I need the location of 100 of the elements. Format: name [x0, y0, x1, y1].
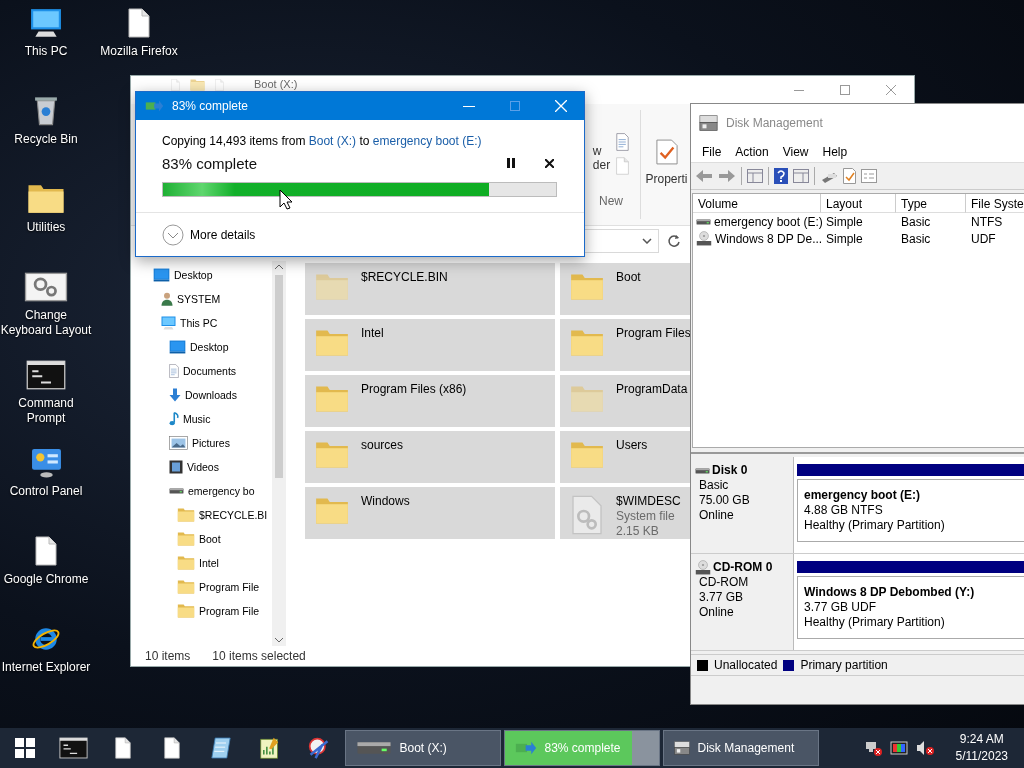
file-tile[interactable]: Users: [560, 431, 690, 483]
computer-icon: [161, 316, 176, 330]
menu-item[interactable]: View: [775, 145, 816, 159]
terminal-icon[interactable]: [59, 737, 88, 759]
file-icon: [616, 157, 630, 175]
list-icon[interactable]: [861, 169, 877, 183]
file-tile[interactable]: Program Files: [560, 319, 690, 371]
nav-item[interactable]: Intel: [199, 557, 219, 569]
file-tile[interactable]: Windows: [305, 487, 555, 539]
start-button[interactable]: [14, 738, 35, 758]
partition-detail: 4.88 GB NTFS: [804, 503, 884, 518]
partition-block[interactable]: emergency boot (E:) 4.88 GB NTFS Healthy (Primary Partition): [797, 479, 1024, 542]
more-details-button[interactable]: More details: [136, 213, 282, 257]
file-tile[interactable]: Program Files (x86): [305, 375, 555, 427]
disk-management-icon: [699, 115, 718, 131]
network-error-icon[interactable]: [863, 740, 882, 756]
nav-item[interactable]: Desktop: [174, 269, 213, 281]
chart-notepad-icon[interactable]: [260, 737, 279, 759]
nav-item[interactable]: Program File: [199, 605, 260, 617]
drive-link[interactable]: Boot (X:): [308, 134, 357, 148]
recycle-bin-icon[interactable]: [34, 96, 58, 126]
scrollbar[interactable]: [272, 261, 286, 646]
pause-icon[interactable]: [507, 158, 515, 168]
file-tile[interactable]: sources: [305, 431, 555, 483]
file-tile[interactable]: $WIMDESC System file 2.15 KB: [560, 487, 690, 539]
nav-item[interactable]: SYSTEM: [177, 293, 221, 305]
file-tile[interactable]: ProgramData: [560, 375, 690, 427]
taskbar-button[interactable]: Disk Management: [662, 730, 819, 766]
nav-item[interactable]: Pictures: [192, 437, 230, 449]
desktop-icon-label[interactable]: Recycle Bin: [14, 132, 78, 147]
scroll-up-icon[interactable]: [275, 264, 283, 269]
table-cell: emergency boot (E:): [714, 214, 823, 229]
nav-item[interactable]: Videos: [187, 461, 219, 473]
nav-item[interactable]: $RECYCLE.BI: [199, 509, 268, 521]
nav-item[interactable]: Music: [183, 413, 211, 425]
desktop-icon-label[interactable]: Internet Explorer: [1, 660, 91, 675]
menu-item[interactable]: Help: [815, 145, 855, 159]
chevron-circle-icon: [162, 224, 184, 246]
file-tile[interactable]: Intel: [305, 319, 555, 371]
partition-block[interactable]: Windows 8 DP Debombed (Y:) 3.77 GB UDF Healthy (Primary Partition): [797, 576, 1024, 639]
minimize-icon[interactable]: [794, 89, 804, 91]
properties-button[interactable]: Properti: [643, 104, 690, 225]
file-icon[interactable]: [35, 536, 57, 566]
scroll-down-icon[interactable]: [275, 638, 283, 643]
column-header[interactable]: Type: [896, 194, 966, 213]
muted-speaker-icon[interactable]: [915, 740, 934, 756]
nav-item[interactable]: Downloads: [185, 389, 237, 401]
folder-icon[interactable]: [27, 184, 65, 214]
folder-icon: [177, 508, 195, 522]
notepad-icon[interactable]: [210, 737, 231, 759]
help-icon[interactable]: [774, 168, 788, 184]
pane-icon[interactable]: [747, 169, 763, 183]
file-icon: [171, 79, 180, 91]
clock-date[interactable]: 5/11/2023: [955, 748, 1008, 765]
address-bar[interactable]: [584, 229, 659, 253]
computer-icon[interactable]: [30, 8, 62, 38]
clock-time[interactable]: 9:24 AM: [959, 731, 1004, 748]
gears-window-icon[interactable]: [24, 272, 68, 302]
file-tile[interactable]: Boot: [560, 263, 690, 315]
desktop-icon-label[interactable]: Utilities: [26, 220, 66, 235]
column-header[interactable]: Layout: [821, 194, 896, 213]
new-folder-label[interactable]: w der: [592, 132, 611, 172]
file-detail: 2.15 KB: [616, 524, 660, 538]
file-name: sources: [361, 438, 404, 452]
desktop-icon-label[interactable]: This PC: [24, 44, 68, 59]
pane-icon[interactable]: [793, 169, 809, 183]
refresh-icon[interactable]: [667, 234, 681, 248]
desktop-icon-label[interactable]: Mozilla Firefox: [100, 44, 178, 59]
disk-detail: 75.00 GB: [699, 493, 751, 508]
download-icon: [169, 388, 181, 402]
menu-item[interactable]: Action: [728, 145, 776, 159]
drive-link[interactable]: emergency boot (E:): [372, 134, 482, 148]
nav-item[interactable]: Documents: [183, 365, 237, 377]
file-icon[interactable]: [163, 737, 180, 759]
color-display-icon[interactable]: [889, 741, 908, 755]
nav-item[interactable]: Program File: [199, 581, 260, 593]
maximize-icon[interactable]: [840, 85, 850, 95]
nav-item[interactable]: emergency bo: [188, 485, 255, 497]
disk-detail: CD-ROM: [699, 575, 750, 590]
file-tile[interactable]: $RECYCLE.BIN: [305, 263, 555, 315]
close-icon[interactable]: [545, 158, 554, 168]
nav-item[interactable]: This PC: [180, 317, 218, 329]
nav-item[interactable]: Boot: [199, 533, 221, 545]
control-panel-icon[interactable]: [30, 448, 62, 478]
partition-name: Windows 8 DP Debombed (Y:): [804, 585, 976, 600]
desktop-icon-label[interactable]: Google Chrome: [3, 572, 89, 587]
tool-icon[interactable]: [307, 737, 330, 759]
checklist-icon[interactable]: [843, 168, 856, 184]
desktop-icon-label[interactable]: Command Prompt: [0, 396, 92, 426]
copy-message: Copying 14,493 items from Boot (X:) to emergency boot (E:): [162, 134, 483, 148]
menu-item[interactable]: File: [695, 145, 729, 159]
file-icon[interactable]: [128, 8, 150, 38]
taskbar-button[interactable]: Boot (X:): [344, 730, 501, 766]
desktop-icon-label[interactable]: Change Keyboard Layout: [0, 308, 92, 338]
nav-item[interactable]: Desktop: [190, 341, 229, 353]
dialog-title: 83% complete: [172, 99, 249, 113]
terminal-icon[interactable]: [26, 360, 66, 390]
file-icon[interactable]: [114, 737, 131, 759]
desktop-icon-label[interactable]: Control Panel: [9, 484, 83, 499]
column-header[interactable]: Volume: [693, 194, 821, 213]
